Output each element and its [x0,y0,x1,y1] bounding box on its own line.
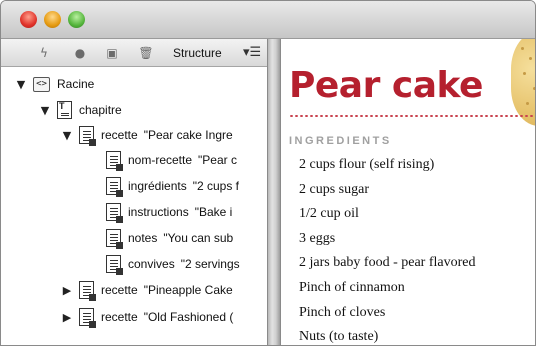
pane-splitter[interactable] [267,39,281,345]
panel-menu-button[interactable]: ▾☰ [243,45,261,60]
element-icon [106,255,123,275]
ingredient-item: 1/2 cup oil [299,206,359,222]
tree-node-name: Racine [57,77,95,91]
tree-node-name: nom-recette [128,153,193,167]
tree-row-recette[interactable]: ▶ recette "Old Fashioned ( [61,305,233,329]
structure-label: Structure [173,46,222,60]
tree-row-root[interactable]: ▼ <> Racine [15,72,94,96]
tree-node-name: recette [101,128,138,142]
dotted-rule [289,115,535,117]
ingredient-item: 2 cups flour (self rising) [299,157,435,172]
disclosure-open-icon[interactable]: ▼ [15,78,27,91]
ingredient-item: Pinch of cinnamon [299,279,405,295]
tree-node-name: convives [128,257,175,271]
document-view: Pear cake INGREDIENTS 2 cups flour (self… [281,39,535,345]
panel-icon[interactable]: ▣ [105,46,119,60]
tree-node-value: "2 servings [180,257,240,271]
tree-node-name: ingrédients [128,179,187,193]
tree-node-name: notes [128,231,158,245]
element-icon [106,229,123,249]
pear-image [511,39,535,126]
minimize-window-button[interactable] [44,11,61,28]
recipe-title: Pear cake [289,65,483,106]
app-window: ϟ ● ▣ 🗑 Structure ▾☰ ▼ <> Racine ▼ T cha… [0,0,536,346]
title-bar [1,1,535,39]
structure-toolbar: ϟ ● ▣ 🗑 Structure ▾☰ [1,39,267,67]
tree-row-child[interactable]: nom-recette "Pear c [106,148,237,172]
ingredient-item: 2 cups sugar [299,181,369,197]
disclosure-closed-icon[interactable]: ▶ [61,284,73,297]
ingredient-item: 2 jars baby food - pear flavored [299,255,476,271]
element-icon [106,203,123,223]
tree-node-name: recette [101,310,138,324]
tree-row-child[interactable]: ingrédients "2 cups f [106,174,239,198]
element-icon [79,126,96,146]
tree-node-value: "2 cups f [192,179,240,193]
ingredients-heading: INGREDIENTS [289,135,392,147]
tree-node-value: "Old Fashioned ( [143,310,234,324]
ingredient-item: Nuts (to taste) [299,329,379,345]
tree-node-value: "Pear c [198,153,237,167]
structure-tree: ▼ <> Racine ▼ T chapitre ▼ recette "Pear… [1,67,267,345]
tree-node-value: "You can sub [163,231,234,245]
structure-panel: ϟ ● ▣ 🗑 Structure ▾☰ ▼ <> Racine ▼ T cha… [1,39,267,345]
tree-row-recette[interactable]: ▼ recette "Pear cake Ingre [61,123,233,147]
ingredients-list: 2 cups flour (self rising) 2 cups sugar … [299,153,476,345]
element-icon [106,177,123,197]
tree-node-value: "Pear cake Ingre [143,128,233,142]
tree-row-child[interactable]: convives "2 servings [106,252,240,276]
tree-node-name: chapitre [79,103,122,117]
tree-node-name: instructions [128,205,189,219]
tree-row-child[interactable]: notes "You can sub [106,226,233,250]
chapter-element-icon: T [57,101,72,119]
tree-row-child[interactable]: instructions "Bake i [106,200,232,224]
zoom-window-button[interactable] [68,11,85,28]
element-tag-icon: <> [33,76,50,92]
element-icon [106,151,123,171]
trash-icon[interactable]: 🗑 [138,46,153,60]
disclosure-open-icon[interactable]: ▼ [61,129,73,142]
ingredient-item: 3 eggs [299,230,336,246]
lightning-icon[interactable]: ϟ [37,46,51,60]
close-window-button[interactable] [20,11,37,28]
tree-node-value: "Pineapple Cake [143,283,233,297]
element-icon [79,281,96,301]
tree-row-chapitre[interactable]: ▼ T chapitre [39,98,122,122]
ingredient-item: Pinch of cloves [299,304,386,320]
element-icon [79,308,96,328]
tree-row-recette[interactable]: ▶ recette "Pineapple Cake [61,278,233,302]
tree-node-name: recette [101,283,138,297]
disclosure-closed-icon[interactable]: ▶ [61,311,73,324]
record-icon[interactable]: ● [73,46,87,60]
tree-node-value: "Bake i [194,205,233,219]
disclosure-open-icon[interactable]: ▼ [39,104,51,117]
